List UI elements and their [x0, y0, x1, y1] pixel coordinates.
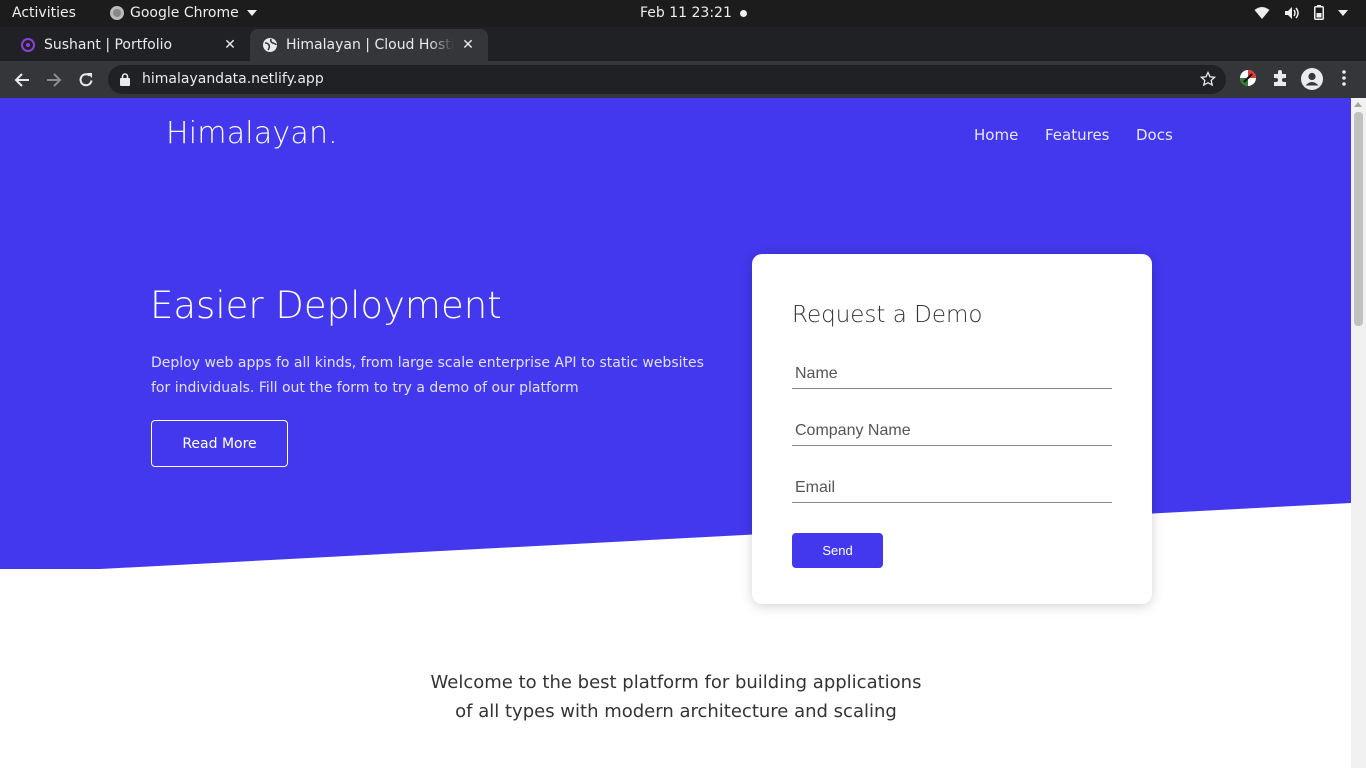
address-bar[interactable]: himalayandata.netlify.app	[108, 65, 1226, 94]
demo-request-card: Request a Demo Send	[752, 254, 1152, 604]
url-text[interactable]: himalayandata.netlify.app	[142, 71, 324, 87]
notification-dot-icon	[740, 10, 747, 17]
forward-button[interactable]	[42, 68, 66, 92]
back-icon	[14, 73, 29, 87]
forward-icon	[47, 73, 62, 87]
scroll-up-icon[interactable]	[1354, 102, 1362, 107]
send-button[interactable]: Send	[792, 533, 883, 568]
page-scrollbar[interactable]	[1351, 98, 1366, 768]
hero-title: Easier Deployment	[150, 284, 502, 327]
tab-strip: Sushant | Portfolio ✕ Himalayan | Cloud …	[0, 27, 1366, 82]
tab-himalayan[interactable]: Himalayan | Cloud Hosting ✕	[250, 29, 488, 61]
clock[interactable]: Feb 11 23:21	[640, 5, 732, 21]
welcome-text: Welcome to the best platform for buildin…	[430, 672, 922, 722]
close-icon[interactable]: ✕	[222, 37, 238, 53]
company-name-field[interactable]	[792, 416, 1112, 446]
scrollbar-thumb[interactable]	[1354, 112, 1363, 326]
tab-portfolio[interactable]: Sushant | Portfolio ✕	[8, 29, 250, 61]
activities-button[interactable]: Activities	[12, 5, 76, 21]
nav-features-link[interactable]: Features	[1045, 126, 1110, 144]
tab-title: Himalayan | Cloud Hosting	[286, 37, 454, 53]
volume-icon	[1285, 6, 1299, 19]
tab-title: Sushant | Portfolio	[44, 37, 173, 53]
chrome-menu-icon[interactable]	[1340, 69, 1348, 87]
email-field[interactable]	[792, 473, 1112, 503]
extensions-puzzle-icon[interactable]	[1271, 69, 1289, 87]
chrome-app-icon	[110, 6, 124, 20]
demo-form-title: Request a Demo	[792, 302, 983, 328]
nav-home-link[interactable]: Home	[974, 126, 1018, 144]
nav-docs-link[interactable]: Docs	[1136, 126, 1173, 144]
bookmark-star-icon[interactable]	[1200, 71, 1216, 87]
chevron-down-icon	[246, 10, 257, 16]
lock-icon[interactable]	[120, 73, 130, 86]
portfolio-favicon-icon	[21, 38, 35, 52]
hero-description: Deploy web apps fo all kinds, from large…	[151, 355, 704, 396]
app-menu-label: Google Chrome	[130, 5, 239, 21]
back-button[interactable]	[10, 68, 34, 92]
system-status-area[interactable]	[1254, 5, 1348, 20]
system-top-bar: Activities Google Chrome Feb 11 23:21	[0, 0, 1366, 27]
app-menu[interactable]: Google Chrome	[110, 5, 257, 21]
system-menu-caret-icon	[1338, 9, 1348, 16]
reload-icon	[79, 73, 93, 87]
extension-color-icon[interactable]	[1239, 69, 1257, 87]
name-field[interactable]	[792, 359, 1112, 389]
page-viewport: Himalayan. Home Features Docs Easier Dep…	[0, 98, 1351, 768]
read-more-button[interactable]: Read More	[151, 420, 288, 467]
close-icon[interactable]: ✕	[460, 37, 476, 53]
site-logo[interactable]: Himalayan.	[166, 116, 338, 151]
globe-favicon-icon	[263, 38, 277, 52]
reload-button[interactable]	[74, 68, 98, 92]
browser-toolbar: himalayandata.netlify.app	[0, 61, 1366, 98]
battery-icon	[1314, 5, 1324, 20]
profile-avatar-icon[interactable]	[1301, 68, 1323, 90]
wifi-icon	[1254, 6, 1270, 19]
